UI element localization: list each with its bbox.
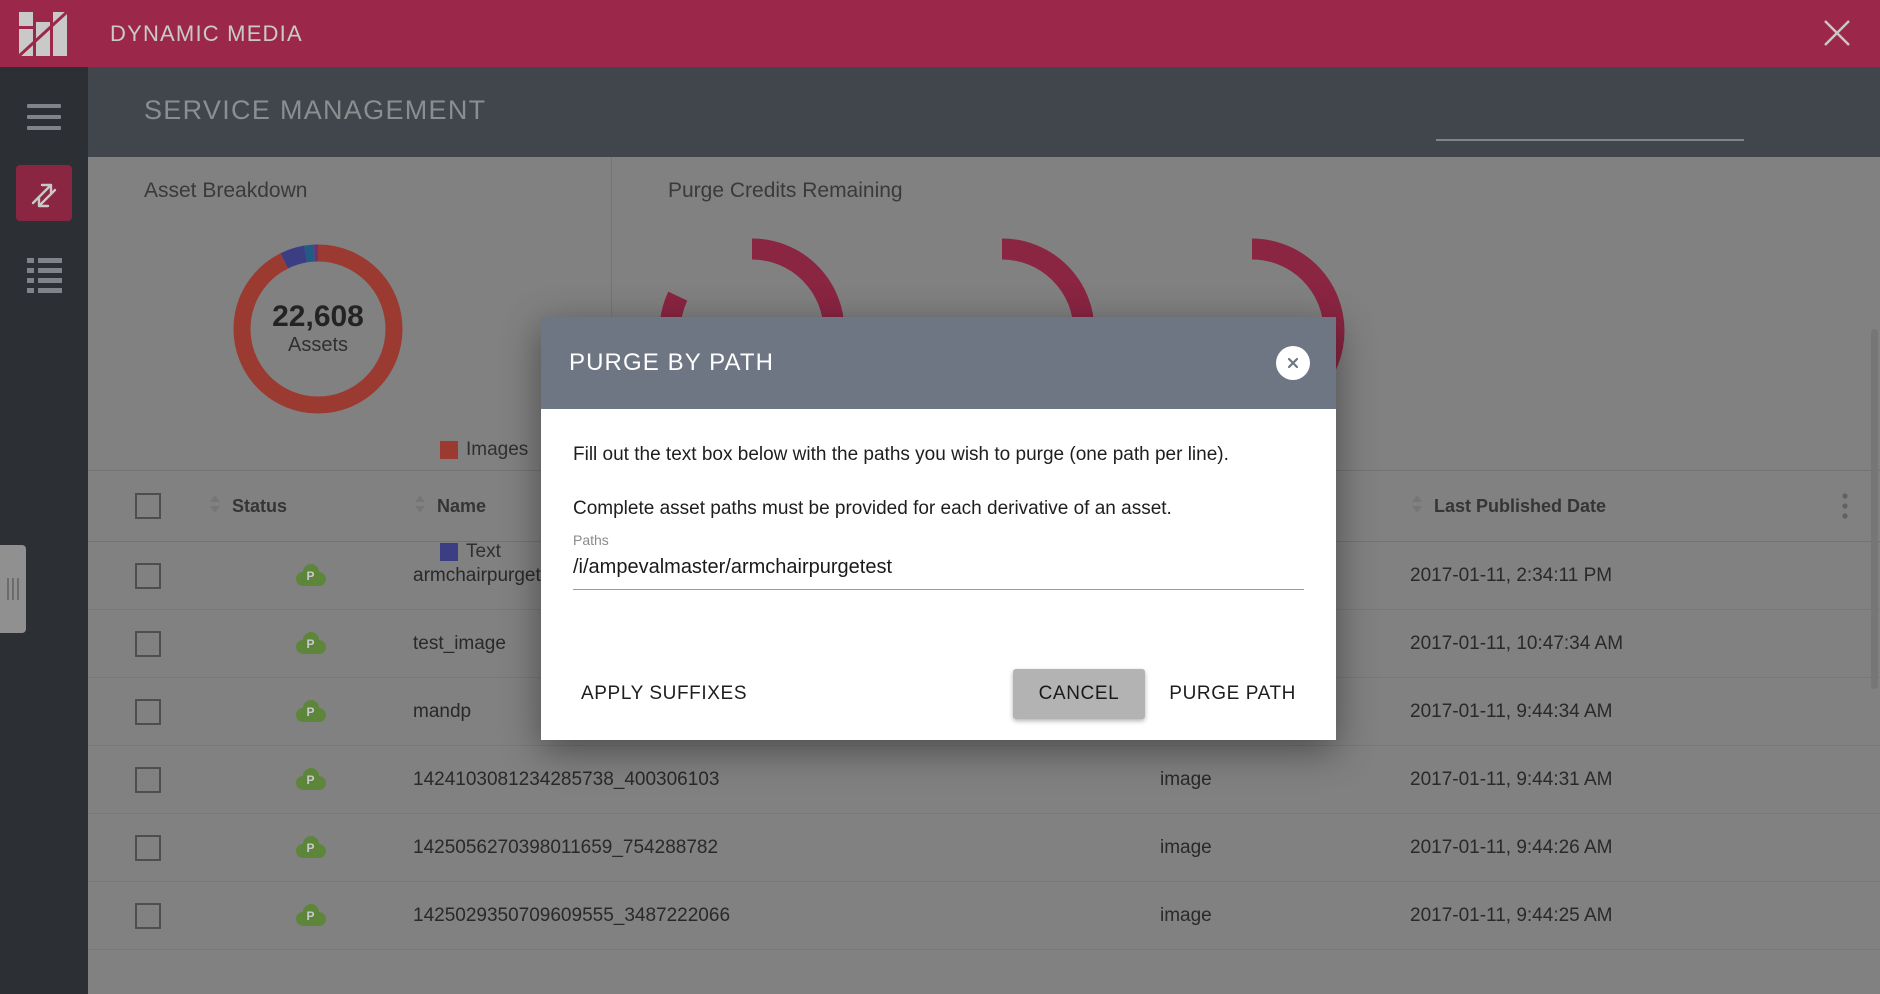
dialog-actions: APPLY SUFFIXES CANCEL PURGE PATH (541, 648, 1336, 740)
purge-by-path-dialog: PURGE BY PATH Fill out the text box belo… (541, 317, 1336, 740)
paths-field-label: Paths (573, 532, 609, 549)
close-icon[interactable] (1276, 346, 1310, 380)
cancel-button[interactable]: CANCEL (1012, 669, 1146, 719)
dialog-paragraph-2: Complete asset paths must be provided fo… (573, 497, 1172, 519)
dialog-paragraph-1: Fill out the text box below with the pat… (573, 444, 1229, 465)
paths-input[interactable] (573, 548, 1304, 591)
paths-field: Paths (573, 532, 1304, 591)
apply-suffixes-button[interactable]: APPLY SUFFIXES (567, 671, 761, 717)
dialog-header: PURGE BY PATH (541, 317, 1336, 409)
dialog-title: PURGE BY PATH (569, 349, 775, 376)
purge-path-button[interactable]: PURGE PATH (1155, 671, 1310, 717)
dialog-body: Fill out the text box below with the pat… (541, 409, 1336, 591)
app-window: DYNAMIC MEDIA SERVICE MANAGEMENT Asset B… (0, 0, 1880, 994)
